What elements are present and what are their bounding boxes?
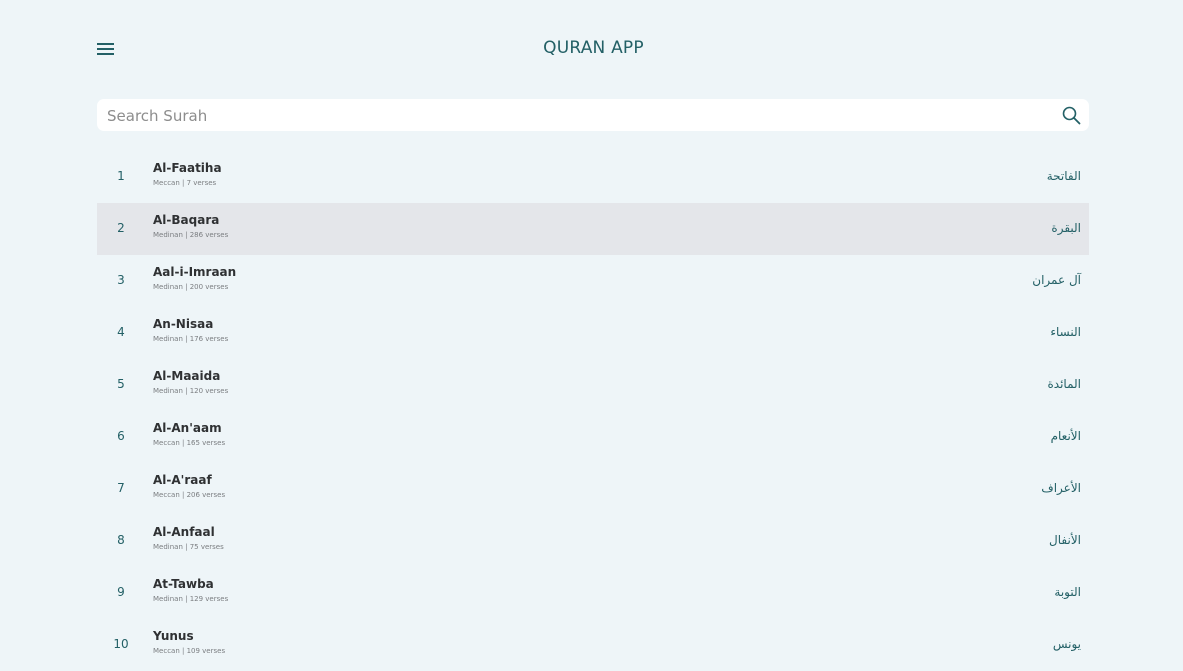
surah-list-item[interactable]: 9 At-Tawba Medinan | 129 verses التوبة — [97, 567, 1089, 619]
search-input[interactable] — [105, 99, 1049, 133]
surah-name: Yunus — [153, 629, 194, 643]
surah-list-item[interactable]: 10 Yunus Meccan | 109 verses يونس — [97, 619, 1089, 671]
surah-meta: Medinan | 200 verses — [153, 283, 229, 291]
surah-arabic-name: البقرة — [1051, 221, 1081, 235]
surah-arabic-name: الفاتحة — [1046, 169, 1081, 183]
surah-name: Al-An'aam — [153, 421, 222, 435]
search-icon[interactable] — [1062, 106, 1081, 125]
surah-arabic-name: الأعراف — [1041, 481, 1081, 495]
surah-list-item[interactable]: 2 Al-Baqara Medinan | 286 verses البقرة — [97, 203, 1089, 255]
surah-name: Al-Baqara — [153, 213, 220, 227]
surah-number: 9 — [117, 585, 125, 599]
surah-number: 10 — [113, 637, 129, 651]
surah-arabic-name: التوبة — [1054, 585, 1081, 599]
surah-name: Al-Maaida — [153, 369, 221, 383]
surah-number: 6 — [117, 429, 125, 443]
surah-arabic-name: آل عمران — [1032, 273, 1081, 287]
app-header: QURAN APP — [0, 0, 1183, 99]
surah-meta: Meccan | 109 verses — [153, 647, 226, 655]
surah-number: 1 — [117, 169, 125, 183]
surah-arabic-name: يونس — [1052, 637, 1081, 651]
surah-arabic-name: الأنعام — [1050, 429, 1081, 443]
surah-name: Al-Faatiha — [153, 161, 222, 175]
surah-meta: Medinan | 176 verses — [153, 335, 229, 343]
surah-meta: Meccan | 7 verses — [153, 179, 217, 187]
search-bar — [97, 99, 1089, 133]
surah-number: 4 — [117, 325, 125, 339]
surah-list-item[interactable]: 4 An-Nisaa Medinan | 176 verses النساء — [97, 307, 1089, 359]
surah-meta: Medinan | 286 verses — [153, 231, 229, 239]
surah-list: 1 Al-Faatiha Meccan | 7 verses الفاتحة 2 Al-B… — [97, 151, 1089, 671]
surah-meta: Medinan | 129 verses — [153, 595, 229, 603]
surah-meta: Medinan | 75 verses — [153, 543, 224, 551]
surah-meta: Meccan | 206 verses — [153, 491, 226, 499]
surah-meta: Medinan | 120 verses — [153, 387, 229, 395]
surah-list-item[interactable]: 1 Al-Faatiha Meccan | 7 verses الفاتحة — [97, 151, 1089, 203]
surah-name: Al-A'raaf — [153, 473, 212, 487]
surah-name: At-Tawba — [153, 577, 214, 591]
surah-arabic-name: الأنفال — [1049, 533, 1081, 547]
surah-list-item[interactable]: 8 Al-Anfaal Medinan | 75 verses الأنفال — [97, 515, 1089, 567]
surah-list-item[interactable]: 7 Al-A'raaf Meccan | 206 verses الأعراف — [97, 463, 1089, 515]
surah-list-item[interactable]: 3 Aal-i-Imraan Medinan | 200 verses آل عمرا… — [97, 255, 1089, 307]
surah-arabic-name: النساء — [1050, 325, 1081, 339]
surah-number: 5 — [117, 377, 125, 391]
surah-number: 8 — [117, 533, 125, 547]
surah-name: Aal-i-Imraan — [153, 265, 237, 279]
surah-arabic-name: المائدة — [1047, 377, 1081, 391]
surah-list-item[interactable]: 5 Al-Maaida Medinan | 120 verses المائدة — [97, 359, 1089, 411]
app-title: QURAN APP — [543, 38, 644, 58]
surah-name: Al-Anfaal — [153, 525, 215, 539]
surah-number: 7 — [117, 481, 125, 495]
surah-name: An-Nisaa — [153, 317, 214, 331]
surah-meta: Meccan | 165 verses — [153, 439, 226, 447]
surah-number: 2 — [117, 221, 125, 235]
surah-list-item[interactable]: 6 Al-An'aam Meccan | 165 verses الأنعام — [97, 411, 1089, 463]
surah-number: 3 — [117, 273, 125, 287]
